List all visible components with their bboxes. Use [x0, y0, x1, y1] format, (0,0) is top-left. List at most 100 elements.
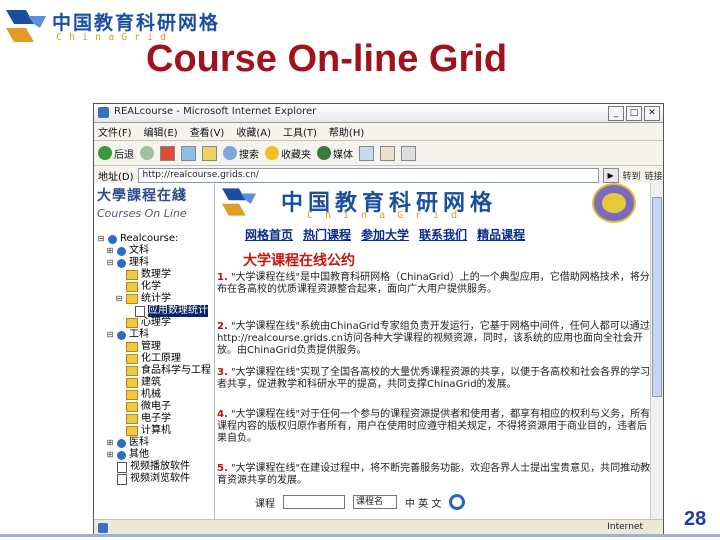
slide-page-number: 28	[684, 508, 707, 530]
tree-item[interactable]: ⊞ 其他	[97, 449, 213, 461]
search-field-label: 课程	[255, 498, 275, 510]
folder-icon	[126, 270, 138, 280]
tree-item[interactable]: 建筑	[97, 377, 213, 389]
search-button[interactable]: 搜索	[223, 146, 259, 161]
left-frame-logo: 大學課程在綫 Courses On Line	[97, 185, 209, 220]
tree-expander-icon[interactable]: ⊟	[115, 293, 123, 305]
tree-expander-icon[interactable]: ⊟	[106, 257, 114, 269]
tree-item[interactable]: ⊟ Realcourse:	[97, 233, 213, 245]
tree-item[interactable]: ⊞ 医科	[97, 437, 213, 449]
tree-item-label: Realcourse:	[120, 233, 179, 244]
folder-icon	[126, 378, 138, 388]
nav-participating-universities[interactable]: 参加大学	[361, 226, 409, 243]
vertical-scrollbar[interactable]	[650, 183, 663, 520]
menu-tools[interactable]: 工具(T)	[283, 124, 317, 139]
menu-file[interactable]: 文件(F)	[98, 124, 132, 139]
tree-item[interactable]: 电子学	[97, 413, 213, 425]
tree-item[interactable]: 微电子	[97, 401, 213, 413]
tree-item[interactable]: ⊟ 工科	[97, 329, 213, 341]
nav-grid-home[interactable]: 网格首页	[245, 226, 293, 243]
home-button[interactable]	[202, 145, 217, 161]
tree-item[interactable]: ⊟ 统计学	[97, 293, 213, 305]
paragraph-5: 5. "大学课程在线"在建设过程中，将不断完善服务功能，欢迎各界人士提出宝贵意见…	[217, 463, 655, 487]
favorites-star-icon	[265, 146, 279, 160]
go-label[interactable]: 转到	[623, 169, 641, 182]
paragraph-1: 1. "大学课程在线"是中国教育科研网格（ChinaGrid）上的一个典型应用，…	[217, 272, 655, 296]
search-type-select[interactable]: 课程名	[353, 495, 397, 509]
tree-expander-icon[interactable]: ⊟	[106, 329, 114, 341]
back-button[interactable]: 后退	[98, 146, 134, 161]
chinagrid-banner: 中国教育科研网格 ChinaGrid	[219, 183, 659, 223]
tree-item-label: 食品科学与工程	[141, 365, 211, 376]
history-button[interactable]	[359, 145, 374, 161]
menu-help[interactable]: 帮助(H)	[329, 124, 364, 139]
tree-item[interactable]: 视频浏览软件	[97, 473, 213, 485]
course-search-bar: 课程 课程名 中 英 文	[255, 494, 466, 510]
doc-icon	[117, 473, 127, 485]
nav-popular-courses[interactable]: 热门课程	[303, 226, 351, 243]
nav-contact-us[interactable]: 联系我们	[419, 226, 467, 243]
tree-item[interactable]: 管理	[97, 341, 213, 353]
media-button[interactable]: 媒体	[317, 146, 353, 161]
tree-item[interactable]: ⊞ 文科	[97, 245, 213, 257]
print-button[interactable]	[401, 145, 416, 161]
tree-item-label: 医科	[129, 437, 149, 448]
back-arrow-icon	[98, 146, 112, 160]
tree-expander-icon[interactable]: ⊞	[106, 449, 114, 461]
favorites-button[interactable]: 收藏夹	[265, 146, 311, 161]
doc-icon	[135, 305, 145, 317]
tree-item[interactable]: 计算机	[97, 425, 213, 437]
course-search-input[interactable]	[283, 495, 345, 509]
links-label[interactable]: 链接	[645, 169, 663, 182]
window-controls: _ □ ✕	[608, 106, 660, 121]
tree-item[interactable]: 数理学	[97, 269, 213, 281]
paragraph-4: 4. "大学课程在线"对于任何一个参与的课程资源提供者和使用者，都享有相应的权利…	[217, 409, 655, 445]
tree-item-label: 工科	[129, 329, 149, 340]
paragraph-2-text: "大学课程在线"系统由ChinaGrid专家组负责开发运行，它基于网格中间件，任…	[217, 321, 650, 356]
forward-button[interactable]	[140, 146, 154, 160]
paragraph-1-text: "大学课程在线"是中国教育科研网格（ChinaGrid）上的一个典型应用，它借助…	[217, 272, 650, 295]
globe-icon	[108, 234, 117, 244]
folder-icon	[126, 282, 138, 292]
tree-item-label: 数理学	[141, 269, 171, 280]
folder-icon	[126, 366, 138, 376]
tree-item[interactable]: 机械	[97, 389, 213, 401]
ie-icon	[98, 107, 109, 118]
menu-edit[interactable]: 编辑(E)	[144, 124, 178, 139]
nav-quality-courses[interactable]: 精品课程	[477, 226, 525, 243]
maximize-button[interactable]: □	[626, 106, 642, 121]
language-label: 中 英 文	[405, 498, 442, 510]
window-titlebar[interactable]: REALcourse - Microsoft Internet Explorer…	[94, 104, 663, 123]
tree-item[interactable]: 心理学	[97, 317, 213, 329]
menu-view[interactable]: 查看(V)	[190, 124, 225, 139]
tree-item[interactable]: 食品科学与工程	[97, 365, 213, 377]
print-icon	[401, 145, 416, 161]
refresh-button[interactable]	[181, 145, 196, 161]
mail-button[interactable]	[380, 145, 395, 161]
tree-expander-icon[interactable]: ⊞	[106, 437, 114, 449]
paragraph-2: 2. "大学课程在线"系统由ChinaGrid专家组负责开发运行，它基于网格中间…	[217, 321, 655, 357]
paragraph-5-text: "大学课程在线"在建设过程中，将不断完善服务功能，欢迎各界人士提出宝贵意见，共同…	[217, 463, 651, 486]
magnifier-search-icon[interactable]	[449, 494, 466, 510]
media-icon	[317, 146, 331, 160]
stop-icon	[160, 145, 175, 161]
go-button[interactable]: ▶	[602, 167, 619, 183]
address-input[interactable]: http://realcourse.grids.cn/	[137, 167, 599, 183]
close-button[interactable]: ✕	[644, 106, 660, 121]
tree-item[interactable]: 化工原理	[97, 353, 213, 365]
slide-title: Course On-line Grid	[146, 38, 508, 80]
banner-english-text: ChinaGrid	[307, 210, 470, 221]
doc-icon	[117, 461, 127, 473]
tree-expander-icon[interactable]: ⊟	[97, 233, 105, 245]
tree-item-label: 心理学	[141, 317, 171, 328]
globe-icon	[117, 246, 126, 256]
tree-item[interactable]: ⊟ 理科	[97, 257, 213, 269]
tree-item[interactable]: 化学	[97, 281, 213, 293]
tree-item[interactable]: 视频播放软件	[97, 461, 213, 473]
menu-favorites[interactable]: 收藏(A)	[236, 124, 271, 139]
stop-button[interactable]	[160, 145, 175, 161]
tree-item[interactable]: 应用数理统计	[97, 305, 213, 317]
tree-expander-icon[interactable]: ⊞	[106, 245, 114, 257]
scrollbar-thumb[interactable]	[652, 197, 662, 397]
minimize-button[interactable]: _	[608, 106, 624, 121]
